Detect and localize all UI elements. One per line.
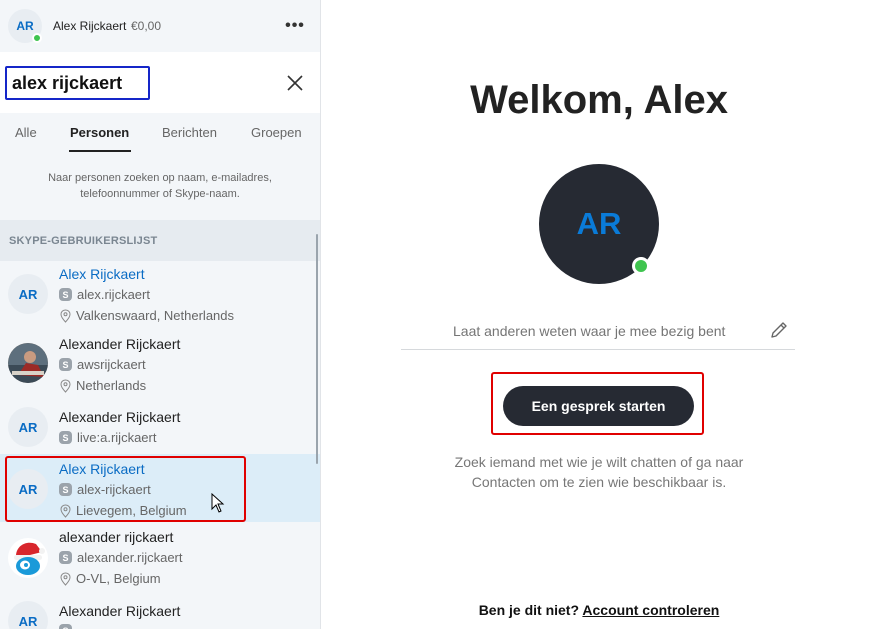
online-status-indicator [32,33,42,43]
location-line: Lievegem, Belgium [59,503,187,518]
location-line: Valkenswaard, Netherlands [59,308,234,323]
contact-name: Alex Rijckaert [59,266,145,282]
list-item[interactable]: AR Alexander Rijckaert S live:a.rijckaer… [0,401,320,453]
search-hint-line: telefoonnummer of Skype-naam. [80,188,240,200]
tab-people[interactable]: Personen [70,125,129,140]
skype-username: awsrijckaert [77,357,146,372]
skype-id-line: S live:a.rijckaert [59,430,156,445]
close-icon[interactable] [284,72,306,94]
list-item[interactable]: AR Alexander Rijckaert S [0,594,320,629]
christmas-avatar [8,538,48,578]
location-pin-icon [60,503,71,518]
tab-groups[interactable]: Groepen [251,125,302,140]
sidebar: AR Alex Rijckaert €0,00 ••• Alle Persone… [0,0,321,629]
contact-name: Alex Rijckaert [59,461,145,477]
skype-icon: S [59,483,72,496]
footer-question: Ben je dit niet? [478,602,580,618]
tab-messages[interactable]: Berichten [162,125,217,140]
search-hint: Naar personen zoeken op naam, e-mailadre… [0,170,320,202]
skype-icon: S [59,431,72,444]
avatar: AR [8,407,48,447]
contact-name: Alexander Rijckaert [59,603,181,619]
contact-name: Alexander Rijckaert [59,336,181,352]
skype-icon: S [59,358,72,371]
location-pin-icon [60,308,71,323]
contact-location: Netherlands [76,378,147,393]
mouse-cursor-icon [211,493,225,513]
location-pin-icon [60,571,71,586]
main-panel: Welkom, Alex AR Een gesprek starten Zoek… [321,0,870,629]
account-footer: Ben je dit niet? Account controleren [321,602,870,618]
search-input[interactable] [5,66,150,100]
photo-avatar [8,343,48,383]
mood-message-input[interactable] [401,312,795,350]
main-hint-line: Contacten om te zien wie beschikbaar is. [471,474,727,490]
profile-name[interactable]: Alex Rijckaert [53,19,126,33]
list-item[interactable]: alexander rijckaert S alexander.rijckaer… [0,524,320,592]
list-item[interactable]: AR Alex Rijckaert S alex.rijckaert Valke… [0,261,320,329]
skype-icon: S [59,624,72,629]
list-item[interactable]: Alexander Rijckaert S awsrijckaert Nethe… [0,331,320,399]
contact-location: Valkenswaard, Netherlands [76,308,235,323]
avatar: AR [8,601,48,629]
search-tabs: Alle Personen Berichten Groepen [0,113,320,153]
section-header-label: SKYPE-GEBRUIKERSLIJST [9,235,158,247]
search-area [0,52,320,113]
online-status-indicator [632,257,650,275]
skype-icon: S [59,551,72,564]
skype-id-line: S alexander.rijckaert [59,550,183,565]
profile-bar: AR Alex Rijckaert €0,00 ••• [0,0,320,52]
main-hint-line: Zoek iemand met wie je wilt chatten of g… [454,454,744,470]
page-title: Welkom, Alex [470,78,728,122]
active-tab-indicator [69,150,131,152]
skype-credit[interactable]: €0,00 [131,19,161,33]
contact-name: alexander rijckaert [59,529,174,545]
more-options-button[interactable]: ••• [282,14,308,38]
location-line: Netherlands [59,378,146,393]
contact-location: Lievegem, Belgium [76,503,187,518]
skype-id-line: S [59,624,77,629]
avatar: AR [8,274,48,314]
verify-account-link[interactable]: Account controleren [582,602,719,618]
skype-id-line: S alex-rijckaert [59,482,151,497]
main-hint: Zoek iemand met wie je wilt chatten of g… [321,452,870,492]
avatar: AR [8,469,48,509]
contact-name: Alexander Rijckaert [59,409,181,425]
skype-username: live:a.rijckaert [77,430,157,445]
contact-location: O-VL, Belgium [76,571,161,586]
search-results: AR Alex Rijckaert S alex.rijckaert Valke… [0,261,320,629]
location-pin-icon [60,378,71,393]
pencil-icon[interactable] [768,319,790,341]
skype-username: alex.rijckaert [77,287,150,302]
skype-id-line: S alex.rijckaert [59,287,150,302]
start-conversation-button[interactable]: Een gesprek starten [503,386,694,426]
list-item[interactable]: AR Alex Rijckaert S alex-rijckaert Lieve… [0,454,320,522]
tab-all[interactable]: Alle [15,125,37,140]
skype-id-line: S awsrijckaert [59,357,146,372]
skype-icon: S [59,288,72,301]
skype-username: alexander.rijckaert [77,550,183,565]
search-hint-line: Naar personen zoeken op naam, e-mailadre… [48,172,272,184]
location-line: O-VL, Belgium [59,571,161,586]
section-header: SKYPE-GEBRUIKERSLIJST [0,220,320,261]
results-scrollbar[interactable] [316,234,318,464]
skype-username: alex-rijckaert [77,482,151,497]
